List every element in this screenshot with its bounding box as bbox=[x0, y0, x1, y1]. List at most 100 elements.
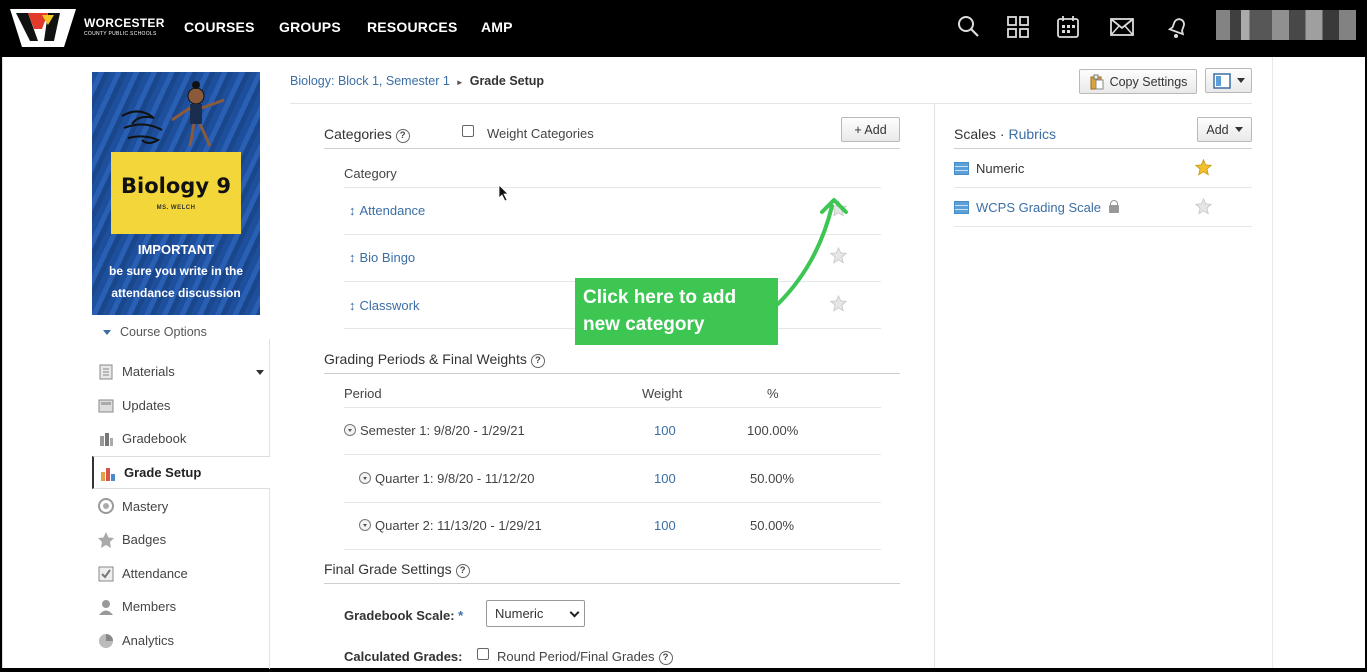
scale-table-icon bbox=[954, 201, 969, 214]
row-divider bbox=[954, 187, 1252, 188]
period-percent: 100.00% bbox=[747, 423, 799, 438]
round-grades-checkbox[interactable] bbox=[477, 648, 489, 660]
drag-handle-icon[interactable]: ↕ bbox=[349, 298, 356, 313]
period-row-quarter-1[interactable]: Quarter 1: 9/8/20 - 11/12/20 bbox=[359, 471, 534, 486]
category-name[interactable]: Attendance bbox=[360, 203, 426, 218]
nav-courses[interactable]: COURSES bbox=[184, 19, 255, 35]
category-row-classwork[interactable]: ↕ Classwork bbox=[349, 298, 419, 313]
caret-down-icon[interactable] bbox=[256, 370, 264, 375]
view-options-dropdown[interactable] bbox=[1205, 68, 1252, 93]
category-row-bio-bingo[interactable]: ↕ Bio Bingo bbox=[349, 250, 415, 265]
breadcrumb-parent-link[interactable]: Biology: Block 1, Semester 1 bbox=[290, 74, 450, 88]
calendar-icon[interactable] bbox=[1055, 14, 1081, 40]
period-weight[interactable]: 100 bbox=[654, 518, 676, 533]
categories-title: Categories bbox=[324, 126, 392, 142]
sidebar-item-attendance[interactable]: Attendance bbox=[92, 557, 270, 591]
period-weight[interactable]: 100 bbox=[654, 471, 676, 486]
row-divider bbox=[344, 187, 881, 188]
breadcrumb: Biology: Block 1, Semester 1 ► Grade Setup bbox=[290, 74, 544, 88]
gradebook-scale-label: Gradebook Scale: * bbox=[344, 608, 463, 623]
caret-down-icon bbox=[1236, 78, 1245, 83]
sidebar-item-label: Grade Setup bbox=[124, 465, 202, 481]
sidebar-item-members[interactable]: Members bbox=[92, 590, 270, 624]
sidebar-item-gradebook[interactable]: Gradebook bbox=[92, 422, 270, 456]
final-grade-heading: Final Grade Settings? bbox=[324, 561, 470, 578]
add-scale-dropdown[interactable]: Add bbox=[1197, 117, 1252, 142]
category-column-header: Category bbox=[344, 166, 397, 181]
categories-divider bbox=[324, 148, 900, 149]
drag-handle-icon[interactable]: ↕ bbox=[349, 203, 356, 218]
scale-row-wcps[interactable]: WCPS Grading Scale bbox=[954, 200, 1119, 215]
period-row-semester-1[interactable]: Semester 1: 9/8/20 - 1/29/21 bbox=[344, 423, 525, 438]
star-filled-icon[interactable] bbox=[1195, 159, 1212, 176]
course-sidebar-menu: Materials Updates Gradebook Grade Setup … bbox=[92, 355, 270, 657]
sidebar-item-materials[interactable]: Materials bbox=[92, 355, 270, 389]
annotation-arrow-icon bbox=[776, 198, 848, 306]
copy-settings-label: Copy Settings bbox=[1109, 74, 1188, 89]
course-title-banner: Biology 9 MS. WELCH bbox=[111, 152, 241, 234]
mail-icon[interactable] bbox=[1109, 14, 1135, 40]
notifications-bell-icon[interactable] bbox=[1165, 14, 1191, 40]
scale-name[interactable]: Numeric bbox=[976, 161, 1024, 176]
scales-divider bbox=[954, 148, 1252, 149]
sidebar-item-badges[interactable]: Badges bbox=[92, 523, 270, 557]
analytics-icon bbox=[99, 633, 113, 648]
scale-row-numeric[interactable]: Numeric bbox=[954, 161, 1024, 176]
sidebar-item-updates[interactable]: Updates bbox=[92, 389, 270, 423]
badges-icon bbox=[98, 531, 114, 548]
top-navigation-bar: WORCESTER COUNTY PUBLIC SCHOOLS COURSES … bbox=[0, 0, 1367, 57]
period-name: Quarter 1: 9/8/20 - 11/12/20 bbox=[375, 471, 535, 486]
sidebar-item-mastery[interactable]: Mastery bbox=[92, 489, 270, 523]
nav-groups[interactable]: GROUPS bbox=[279, 19, 341, 35]
copy-settings-button[interactable]: Copy Settings bbox=[1079, 69, 1197, 94]
annotation-callout: Click here to add new category bbox=[575, 278, 778, 345]
collapse-toggle-icon[interactable] bbox=[359, 519, 371, 531]
nav-amp[interactable]: AMP bbox=[481, 19, 513, 35]
worcester-logo[interactable]: WORCESTER COUNTY PUBLIC SCHOOLS bbox=[8, 7, 164, 49]
gradebook-icon bbox=[100, 433, 113, 447]
period-row-quarter-2[interactable]: Quarter 2: 11/13/20 - 1/29/21 bbox=[359, 518, 542, 533]
weight-column-header: Weight bbox=[642, 386, 683, 401]
help-icon[interactable]: ? bbox=[395, 129, 410, 143]
logo-mark-icon bbox=[10, 9, 76, 47]
period-weight[interactable]: 100 bbox=[654, 423, 676, 438]
page-content: Biology 9 MS. WELCH IMPORTANT be sure yo… bbox=[2, 57, 1365, 669]
collapse-toggle-icon[interactable] bbox=[359, 472, 371, 484]
sidebar-item-label: Mastery bbox=[122, 498, 169, 514]
sidebar-item-analytics[interactable]: Analytics bbox=[92, 624, 270, 658]
drag-handle-icon[interactable]: ↕ bbox=[349, 250, 356, 265]
header-divider bbox=[290, 103, 1252, 104]
round-grades-text: Round Period/Final Grades bbox=[497, 649, 655, 664]
search-icon[interactable] bbox=[956, 14, 982, 40]
add-category-button[interactable]: + Add bbox=[841, 117, 900, 142]
course-options-toggle[interactable]: Course Options bbox=[103, 325, 207, 339]
weight-categories-checkbox[interactable] bbox=[462, 125, 474, 137]
apps-grid-icon[interactable] bbox=[1005, 14, 1031, 40]
scale-name[interactable]: WCPS Grading Scale bbox=[976, 200, 1101, 215]
category-name[interactable]: Classwork bbox=[360, 298, 420, 313]
category-row-attendance[interactable]: ↕ Attendance bbox=[349, 203, 425, 218]
attendance-icon bbox=[98, 566, 114, 582]
row-divider bbox=[344, 407, 881, 408]
nav-resources[interactable]: RESOURCES bbox=[367, 19, 457, 35]
grading-periods-heading: Grading Periods & Final Weights? bbox=[324, 351, 545, 368]
star-outline-icon[interactable] bbox=[1195, 198, 1212, 215]
user-avatar-blurred[interactable] bbox=[1216, 10, 1356, 40]
gradebook-scale-select[interactable]: Numeric bbox=[486, 600, 585, 627]
members-icon bbox=[99, 600, 113, 616]
scale-table-icon bbox=[954, 162, 969, 175]
brand-subtitle: COUNTY PUBLIC SCHOOLS bbox=[84, 31, 157, 37]
row-divider bbox=[344, 502, 881, 503]
help-icon[interactable]: ? bbox=[530, 354, 545, 368]
help-icon[interactable]: ? bbox=[455, 564, 470, 578]
help-icon[interactable]: ? bbox=[658, 651, 673, 665]
final-grade-title: Final Grade Settings bbox=[324, 561, 452, 577]
category-name[interactable]: Bio Bingo bbox=[360, 250, 416, 265]
sidebar-item-grade-setup[interactable]: Grade Setup bbox=[92, 455, 270, 490]
rubrics-link[interactable]: Rubrics bbox=[1008, 126, 1055, 142]
row-divider bbox=[344, 549, 881, 550]
scales-heading: Scales · Rubrics bbox=[954, 126, 1056, 142]
breadcrumb-current: Grade Setup bbox=[469, 74, 545, 88]
collapse-toggle-icon[interactable] bbox=[344, 424, 356, 436]
sidebar-item-label: Attendance bbox=[122, 565, 188, 581]
